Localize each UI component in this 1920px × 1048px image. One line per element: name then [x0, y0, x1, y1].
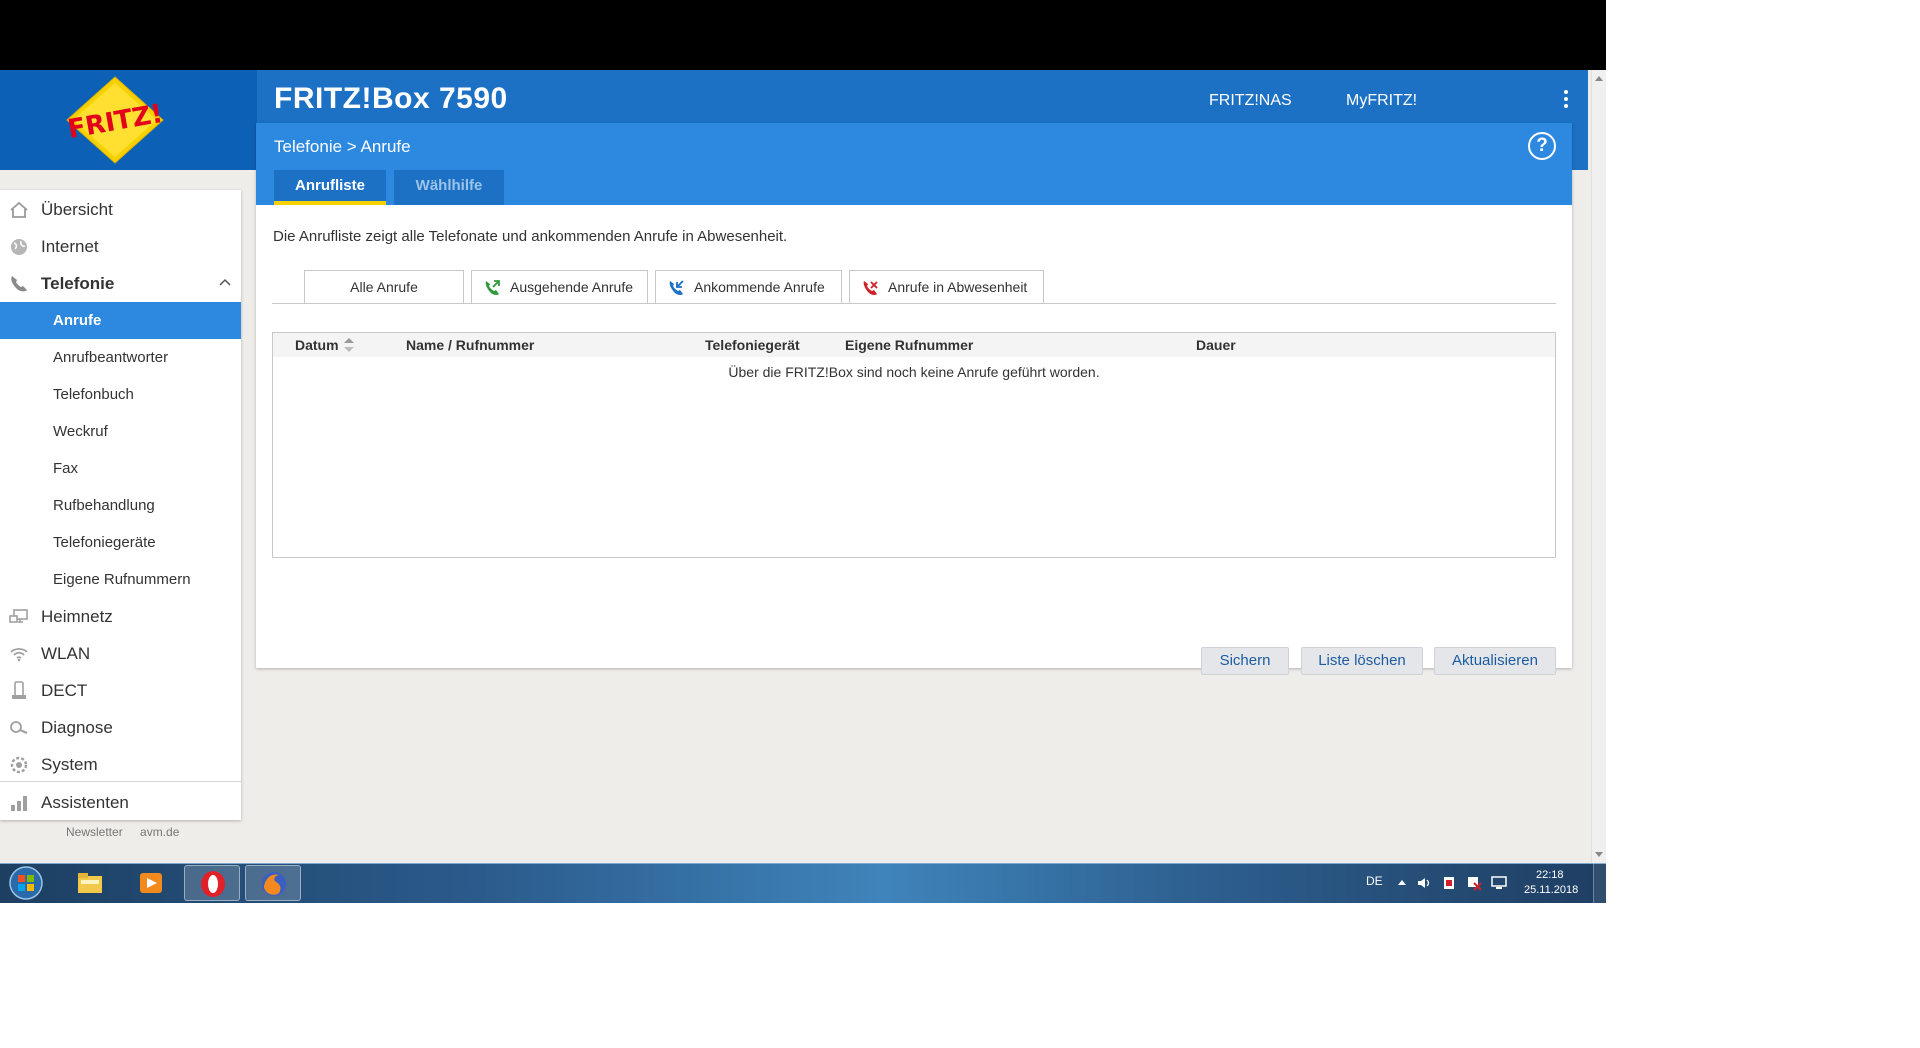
windows-taskbar: DE 22:18 25.11.2018 — [0, 863, 1606, 903]
empty-list-message: Über die FRITZ!Box sind noch keine Anruf… — [728, 364, 1100, 380]
opera-icon — [201, 871, 225, 897]
sidebar-item-telefonie[interactable]: Telefonie — [0, 265, 241, 302]
sidebar-item-fax[interactable]: Fax — [0, 450, 241, 487]
clock-time[interactable]: 22:18 — [1536, 869, 1564, 881]
filter-tab-label: Alle Anrufe — [350, 279, 418, 295]
sidebar-item-system[interactable]: System — [0, 746, 241, 783]
filter-tab-incoming[interactable]: Ankommende Anrufe — [655, 270, 842, 303]
vertical-scrollbar[interactable] — [1591, 70, 1606, 863]
sidebar-item-assistenten[interactable]: Assistenten — [0, 784, 241, 821]
sidebar-item-telefoniegeraete[interactable]: Telefoniegeräte — [0, 524, 241, 561]
avm-link[interactable]: avm.de — [140, 825, 179, 839]
sidebar-item-wlan[interactable]: WLAN — [0, 635, 241, 672]
clear-list-button[interactable]: Liste löschen — [1301, 647, 1423, 675]
sidebar: Übersicht Internet Telefonie Anrufe Anru… — [0, 190, 241, 820]
sidebar-item-weckruf[interactable]: Weckruf — [0, 413, 241, 450]
column-header-name[interactable]: Name / Rufnummer — [406, 337, 534, 353]
more-menu-icon[interactable] — [1563, 90, 1569, 112]
sidebar-item-diagnose[interactable]: Diagnose — [0, 709, 241, 746]
phone-icon — [11, 276, 27, 292]
folder-icon — [78, 873, 102, 893]
sidebar-item-anrufe[interactable]: Anrufe — [0, 302, 241, 339]
fritz-logo[interactable]: FRITZ! — [55, 75, 175, 165]
breadcrumb: Telefonie > Anrufe — [274, 137, 411, 156]
diagnose-icon — [10, 721, 28, 735]
page-title: FRITZ!Box 7590 — [274, 82, 508, 115]
save-button[interactable]: Sichern — [1201, 647, 1289, 675]
column-header-device[interactable]: Telefoniegerät — [705, 337, 800, 353]
scroll-up-icon[interactable] — [1595, 76, 1603, 81]
home-icon — [10, 201, 28, 218]
column-header-datum[interactable]: Datum — [295, 337, 339, 353]
refresh-button[interactable]: Aktualisieren — [1434, 647, 1556, 675]
filter-tab-outgoing[interactable]: Ausgehende Anrufe — [471, 270, 648, 303]
network-icon — [9, 609, 28, 623]
firefox-icon — [262, 872, 286, 896]
network-tray-icon[interactable] — [1491, 875, 1507, 891]
sidebar-item-heimnetz[interactable]: Heimnetz — [0, 598, 241, 635]
filter-tab-all-calls[interactable]: Alle Anrufe — [304, 270, 464, 304]
black-top-area — [0, 0, 1606, 70]
footer-links: Newsletter avm.de — [66, 825, 193, 839]
logo-area: FRITZ! — [0, 70, 257, 170]
sidebar-item-telefonbuch[interactable]: Telefonbuch — [0, 376, 241, 413]
column-header-duration[interactable]: Dauer — [1196, 337, 1236, 353]
column-header-own-number[interactable]: Eigene Rufnummer — [845, 337, 973, 353]
intro-text: Die Anrufliste zeigt alle Telefonate und… — [273, 228, 788, 245]
outgoing-call-icon — [485, 280, 500, 295]
dect-icon — [12, 681, 26, 699]
taskbar-firefox[interactable] — [245, 865, 301, 901]
sidebar-item-internet[interactable]: Internet — [0, 228, 241, 265]
assistant-icon — [11, 796, 27, 811]
call-list-table: Datum Name / Rufnummer Telefoniegerät Ei… — [272, 332, 1556, 558]
show-desktop-button[interactable] — [1593, 863, 1606, 903]
antivirus-icon[interactable] — [1441, 875, 1457, 891]
desktop-screen: FRITZ! FRITZ!Box 7590 FRITZ!NAS MyFRITZ!… — [0, 0, 1606, 903]
panel-header: Telefonie > Anrufe ? Anrufliste Wählhilf… — [256, 123, 1572, 205]
tray-expand-icon[interactable] — [1398, 880, 1406, 885]
table-header: Datum Name / Rufnummer Telefoniegerät Ei… — [273, 333, 1555, 357]
taskbar-media-player[interactable] — [123, 865, 179, 901]
volume-icon[interactable] — [1416, 875, 1432, 891]
filter-tab-label: Ausgehende Anrufe — [510, 279, 633, 295]
help-icon[interactable]: ? — [1528, 132, 1556, 160]
media-player-icon — [140, 873, 162, 893]
system-icon — [10, 756, 28, 774]
sidebar-item-dect[interactable]: DECT — [0, 672, 241, 709]
clock-date[interactable]: 25.11.2018 — [1524, 884, 1578, 896]
fritznas-link[interactable]: FRITZ!NAS — [1209, 92, 1292, 110]
sidebar-divider — [0, 781, 241, 782]
start-button-icon[interactable] — [6, 865, 46, 901]
chevron-up-icon[interactable] — [219, 278, 231, 286]
filter-tab-label: Ankommende Anrufe — [694, 279, 825, 295]
sidebar-item-uebersicht[interactable]: Übersicht — [0, 191, 241, 228]
globe-icon — [11, 239, 27, 255]
sidebar-item-eigene-rufnummern[interactable]: Eigene Rufnummern — [0, 561, 241, 598]
tab-waehlhilfe[interactable]: Wählhilfe — [394, 170, 504, 205]
newsletter-link[interactable]: Newsletter — [66, 825, 123, 839]
action-center-icon[interactable] — [1466, 875, 1482, 891]
sidebar-item-anrufbeantworter[interactable]: Anrufbeantworter — [0, 339, 241, 376]
sidebar-item-rufbehandlung[interactable]: Rufbehandlung — [0, 487, 241, 524]
language-indicator[interactable]: DE — [1366, 874, 1383, 888]
browser-viewport: FRITZ! FRITZ!Box 7590 FRITZ!NAS MyFRITZ!… — [0, 70, 1591, 863]
myfritz-link[interactable]: MyFRITZ! — [1346, 92, 1417, 110]
filter-tab-label: Anrufe in Abwesenheit — [888, 279, 1028, 295]
sort-icon[interactable] — [343, 336, 355, 354]
taskbar-explorer[interactable] — [62, 865, 118, 901]
content-panel: Telefonie > Anrufe ? Anrufliste Wählhilf… — [256, 123, 1572, 675]
filter-tabs-divider — [272, 303, 1556, 304]
incoming-call-icon — [669, 280, 684, 295]
filter-tab-missed[interactable]: Anrufe in Abwesenheit — [849, 270, 1044, 303]
tab-anrufliste[interactable]: Anrufliste — [274, 170, 386, 205]
scroll-down-icon[interactable] — [1595, 852, 1603, 857]
missed-call-icon — [863, 281, 878, 295]
taskbar-opera[interactable] — [184, 865, 240, 901]
wifi-icon — [10, 648, 28, 662]
